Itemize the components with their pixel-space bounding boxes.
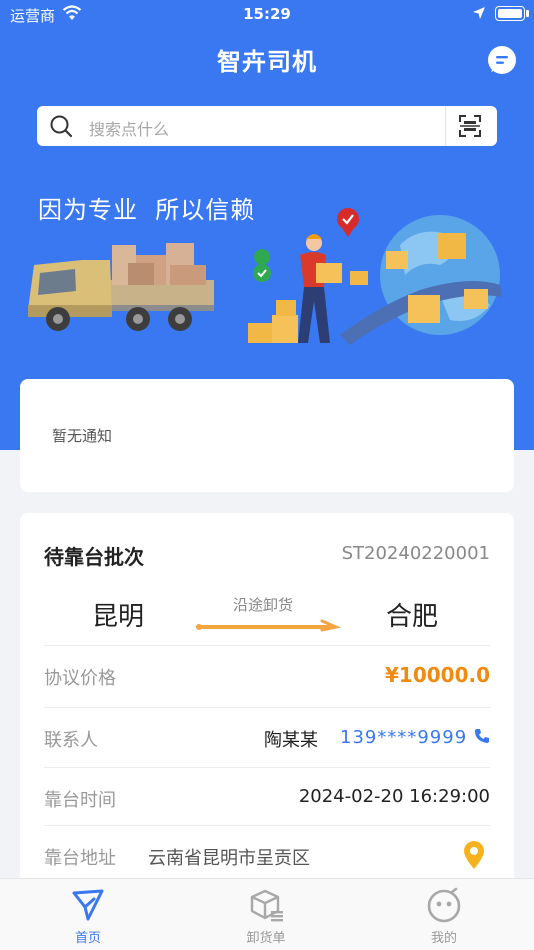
truck-illustration bbox=[28, 243, 214, 331]
tab-profile-label: 我的 bbox=[430, 931, 457, 946]
contact-phone-link[interactable]: 139****9999 bbox=[340, 727, 467, 748]
app-title: 智卉司机 bbox=[217, 48, 317, 76]
phone-icon[interactable] bbox=[474, 728, 490, 744]
time-label: 靠台时间 bbox=[44, 790, 116, 811]
time-value: 2024-02-20 16:29:00 bbox=[298, 786, 490, 807]
battery-cap bbox=[526, 10, 529, 17]
tab-unload-orders-label: 卸货单 bbox=[246, 931, 286, 946]
route-destination: 合肥 bbox=[386, 602, 439, 632]
batch-card[interactable]: 待靠台批次 ST20240220001 昆明 沿途卸货 合肥 协议价格 ¥100… bbox=[20, 513, 514, 893]
smiley-face-icon bbox=[427, 887, 461, 923]
address-value: 云南省昆明市呈贡区 bbox=[148, 848, 310, 869]
search-divider bbox=[445, 106, 446, 146]
price-label: 协议价格 bbox=[44, 668, 116, 689]
address-label: 靠台地址 bbox=[44, 848, 116, 869]
route-via-label: 沿途卸货 bbox=[233, 596, 294, 614]
tab-profile[interactable]: 我的 bbox=[394, 885, 494, 946]
search-input[interactable]: 搜索点什么 bbox=[89, 116, 169, 140]
tab-bar: 首页 卸货单 我的 bbox=[0, 878, 534, 950]
tab-home[interactable]: 首页 bbox=[38, 885, 138, 946]
notice-card[interactable]: 暂无通知 bbox=[20, 379, 514, 492]
globe-illustration bbox=[340, 215, 502, 345]
batch-code: ST20240220001 bbox=[341, 543, 490, 564]
contact-label: 联系人 bbox=[44, 730, 98, 751]
price-value: ¥10000.0 bbox=[384, 663, 490, 687]
clock: 15:29 bbox=[243, 5, 291, 23]
battery-icon bbox=[495, 6, 525, 21]
map-pin-icon[interactable] bbox=[462, 840, 486, 870]
contact-row: 联系人 陶某某 139****9999 bbox=[44, 707, 490, 765]
home-paper-plane-icon bbox=[72, 889, 104, 921]
search-bar[interactable]: 搜索点什么 bbox=[37, 106, 497, 146]
banner-illustration bbox=[28, 208, 502, 345]
search-icon[interactable] bbox=[49, 114, 73, 138]
notice-text: 暂无通知 bbox=[52, 427, 113, 445]
location-arrow-icon bbox=[473, 7, 485, 19]
route-arrow-icon bbox=[196, 619, 341, 632]
contact-name: 陶某某 bbox=[264, 730, 318, 751]
message-icon[interactable] bbox=[486, 44, 518, 76]
scan-icon[interactable] bbox=[458, 114, 482, 138]
address-row: 靠台地址 云南省昆明市呈贡区 bbox=[44, 825, 490, 883]
tab-unload-orders[interactable]: 卸货单 bbox=[216, 885, 316, 946]
package-icon bbox=[250, 889, 283, 922]
route-origin: 昆明 bbox=[92, 602, 145, 632]
tab-home-label: 首页 bbox=[74, 931, 101, 946]
time-row: 靠台时间 2024-02-20 16:29:00 bbox=[44, 767, 490, 825]
price-row: 协议价格 ¥10000.0 bbox=[44, 645, 490, 703]
status-bar: 运营商 15:29 bbox=[0, 0, 534, 30]
batch-title: 待靠台批次 bbox=[44, 545, 144, 569]
